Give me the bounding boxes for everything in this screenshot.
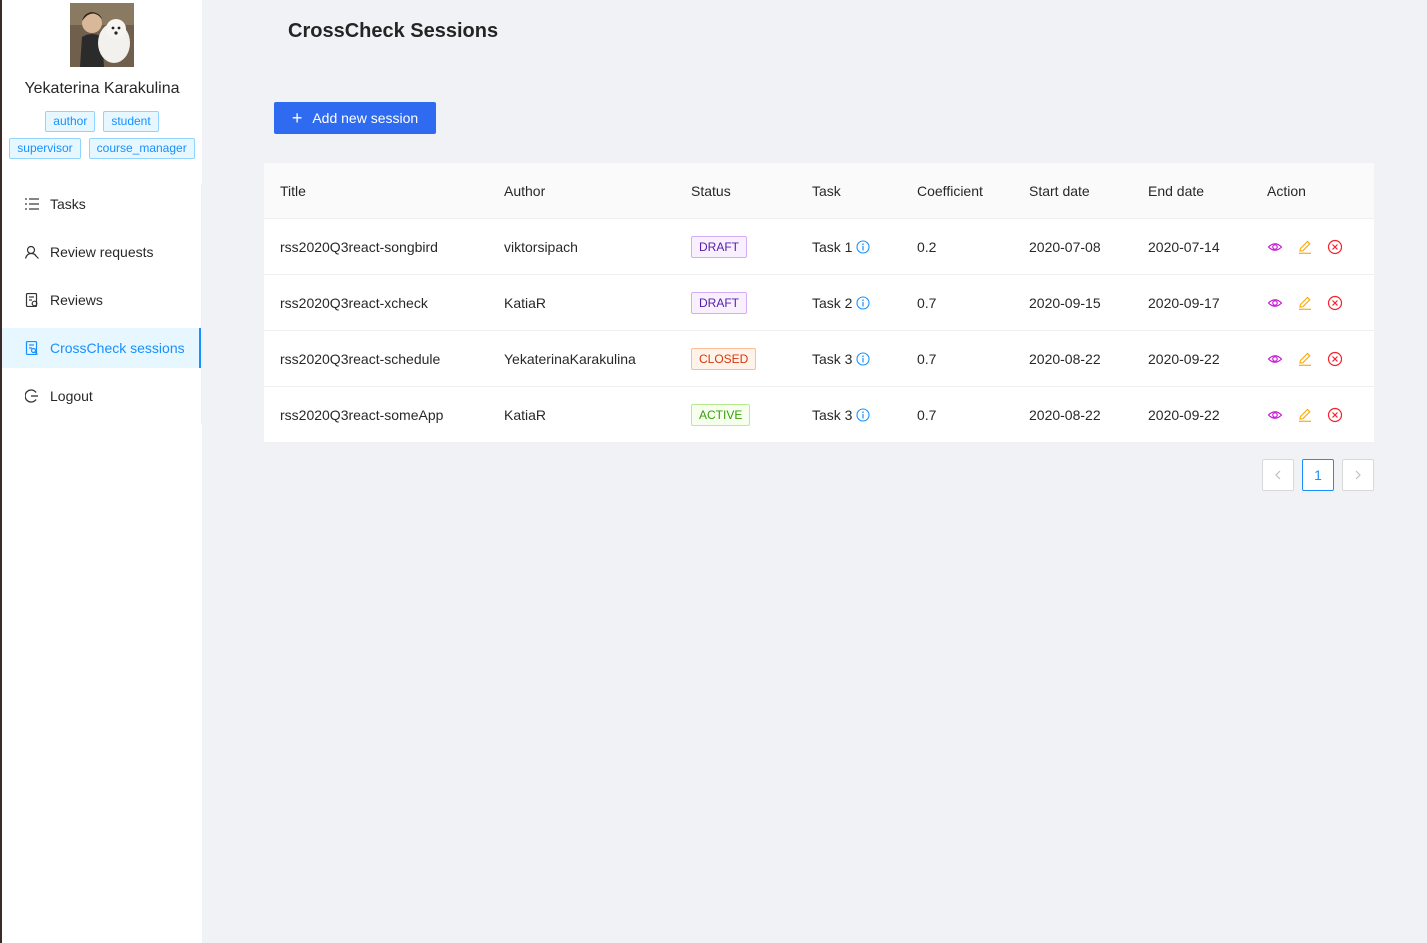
session-task: Task 2 <box>812 294 853 311</box>
document-check-icon <box>24 292 40 308</box>
menu-item-tasks[interactable]: Tasks <box>2 184 202 224</box>
column-header-coefficient: Coefficient <box>917 182 983 199</box>
column-header-action: Action <box>1267 182 1306 199</box>
session-end-date: 2020-07-14 <box>1148 238 1220 255</box>
session-end-date: 2020-09-22 <box>1148 406 1220 423</box>
status-badge: DRAFT <box>691 291 747 314</box>
table-header: Title Author Status Task Coefficient Sta… <box>264 163 1374 219</box>
session-coefficient: 0.2 <box>917 238 937 255</box>
column-header-status: Status <box>691 182 731 199</box>
pagination-next-button[interactable] <box>1342 459 1374 491</box>
session-task: Task 3 <box>812 406 853 423</box>
delete-icon[interactable] <box>1327 239 1343 255</box>
delete-icon[interactable] <box>1327 295 1343 311</box>
eye-icon[interactable] <box>1267 295 1283 311</box>
edit-icon[interactable] <box>1297 239 1313 255</box>
session-start-date: 2020-08-22 <box>1029 350 1101 367</box>
list-icon <box>24 196 40 212</box>
chevron-right-icon <box>1353 467 1363 483</box>
session-coefficient: 0.7 <box>917 406 937 423</box>
eye-icon[interactable] <box>1267 407 1283 423</box>
edit-icon[interactable] <box>1297 407 1313 423</box>
role-tag-student: student <box>103 111 159 132</box>
logout-icon <box>24 388 40 404</box>
info-circle-icon[interactable] <box>856 351 871 366</box>
row-actions <box>1267 239 1343 255</box>
app-root: Yekaterina Karakulina author student sup… <box>0 0 1427 943</box>
eye-icon[interactable] <box>1267 239 1283 255</box>
row-actions <box>1267 295 1343 311</box>
session-coefficient: 0.7 <box>917 350 937 367</box>
session-start-date: 2020-08-22 <box>1029 406 1101 423</box>
session-start-date: 2020-07-08 <box>1029 238 1101 255</box>
column-header-author: Author <box>504 182 546 199</box>
role-tag-author: author <box>45 111 96 132</box>
role-tags: author student supervisor course_manager <box>2 111 202 165</box>
session-title: rss2020Q3react-someApp <box>280 406 444 423</box>
role-tag-course-manager: course_manager <box>88 138 195 159</box>
user-search-icon <box>24 244 40 260</box>
menu-item-label: CrossCheck sessions <box>50 340 185 356</box>
table-row: rss2020Q3react-songbird viktorsipach DRA… <box>264 219 1374 275</box>
menu-item-logout[interactable]: Logout <box>2 376 202 416</box>
delete-icon[interactable] <box>1327 407 1343 423</box>
menu-item-label: Logout <box>50 388 93 404</box>
menu-item-label: Review requests <box>50 244 154 260</box>
session-author: viktorsipach <box>504 238 578 255</box>
pagination-page-1[interactable]: 1 <box>1302 459 1334 491</box>
column-header-end-date: End date <box>1148 182 1205 199</box>
avatar[interactable] <box>70 3 134 67</box>
menu-item-label: Reviews <box>50 292 103 308</box>
info-circle-icon[interactable] <box>856 295 871 310</box>
sidebar: Yekaterina Karakulina author student sup… <box>2 0 202 943</box>
table-row: rss2020Q3react-xcheck KatiaR DRAFT Task … <box>264 275 1374 331</box>
info-circle-icon[interactable] <box>856 407 871 422</box>
row-actions <box>1267 351 1343 367</box>
status-badge: DRAFT <box>691 235 747 258</box>
sessions-table: Title Author Status Task Coefficient Sta… <box>264 163 1374 443</box>
column-header-task: Task <box>812 182 841 199</box>
add-new-session-button[interactable]: + Add new session <box>274 102 436 134</box>
chevron-left-icon <box>1273 467 1283 483</box>
plus-icon: + <box>291 108 303 128</box>
edit-icon[interactable] <box>1297 351 1313 367</box>
menu-item-reviews[interactable]: Reviews <box>2 280 202 320</box>
status-badge: ACTIVE <box>691 403 751 426</box>
delete-icon[interactable] <box>1327 351 1343 367</box>
info-circle-icon[interactable] <box>856 239 871 254</box>
document-search-icon <box>24 340 40 356</box>
menu-item-review-requests[interactable]: Review requests <box>2 232 202 272</box>
session-end-date: 2020-09-17 <box>1148 294 1220 311</box>
side-menu: Tasks Review requests Reviews CrossCheck… <box>2 184 202 424</box>
menu-item-label: Tasks <box>50 196 86 212</box>
session-task: Task 1 <box>812 238 853 255</box>
session-title: rss2020Q3react-schedule <box>280 350 441 367</box>
session-start-date: 2020-09-15 <box>1029 294 1101 311</box>
edit-icon[interactable] <box>1297 295 1313 311</box>
pagination-prev-button[interactable] <box>1262 459 1294 491</box>
column-header-title: Title <box>280 182 306 199</box>
role-tag-supervisor: supervisor <box>9 138 81 159</box>
table-row: rss2020Q3react-someApp KatiaR ACTIVE Tas… <box>264 387 1374 443</box>
session-task: Task 3 <box>812 350 853 367</box>
status-badge: CLOSED <box>691 347 757 370</box>
eye-icon[interactable] <box>1267 351 1283 367</box>
session-end-date: 2020-09-22 <box>1148 350 1220 367</box>
session-author: KatiaR <box>504 294 547 311</box>
menu-divider <box>201 184 202 424</box>
session-title: rss2020Q3react-xcheck <box>280 294 428 311</box>
session-title: rss2020Q3react-songbird <box>280 238 438 255</box>
table-row: rss2020Q3react-schedule YekaterinaKaraku… <box>264 331 1374 387</box>
session-author: KatiaR <box>504 406 547 423</box>
menu-item-crosscheck-sessions[interactable]: CrossCheck sessions <box>2 328 202 368</box>
pagination: 1 <box>1262 459 1374 491</box>
session-coefficient: 0.7 <box>917 294 937 311</box>
user-name: Yekaterina Karakulina <box>24 80 180 97</box>
page-title: CrossCheck Sessions <box>288 20 499 42</box>
add-new-session-label: Add new session <box>312 110 419 126</box>
session-author: YekaterinaKarakulina <box>504 350 636 367</box>
column-header-start-date: Start date <box>1029 182 1090 199</box>
row-actions <box>1267 407 1343 423</box>
